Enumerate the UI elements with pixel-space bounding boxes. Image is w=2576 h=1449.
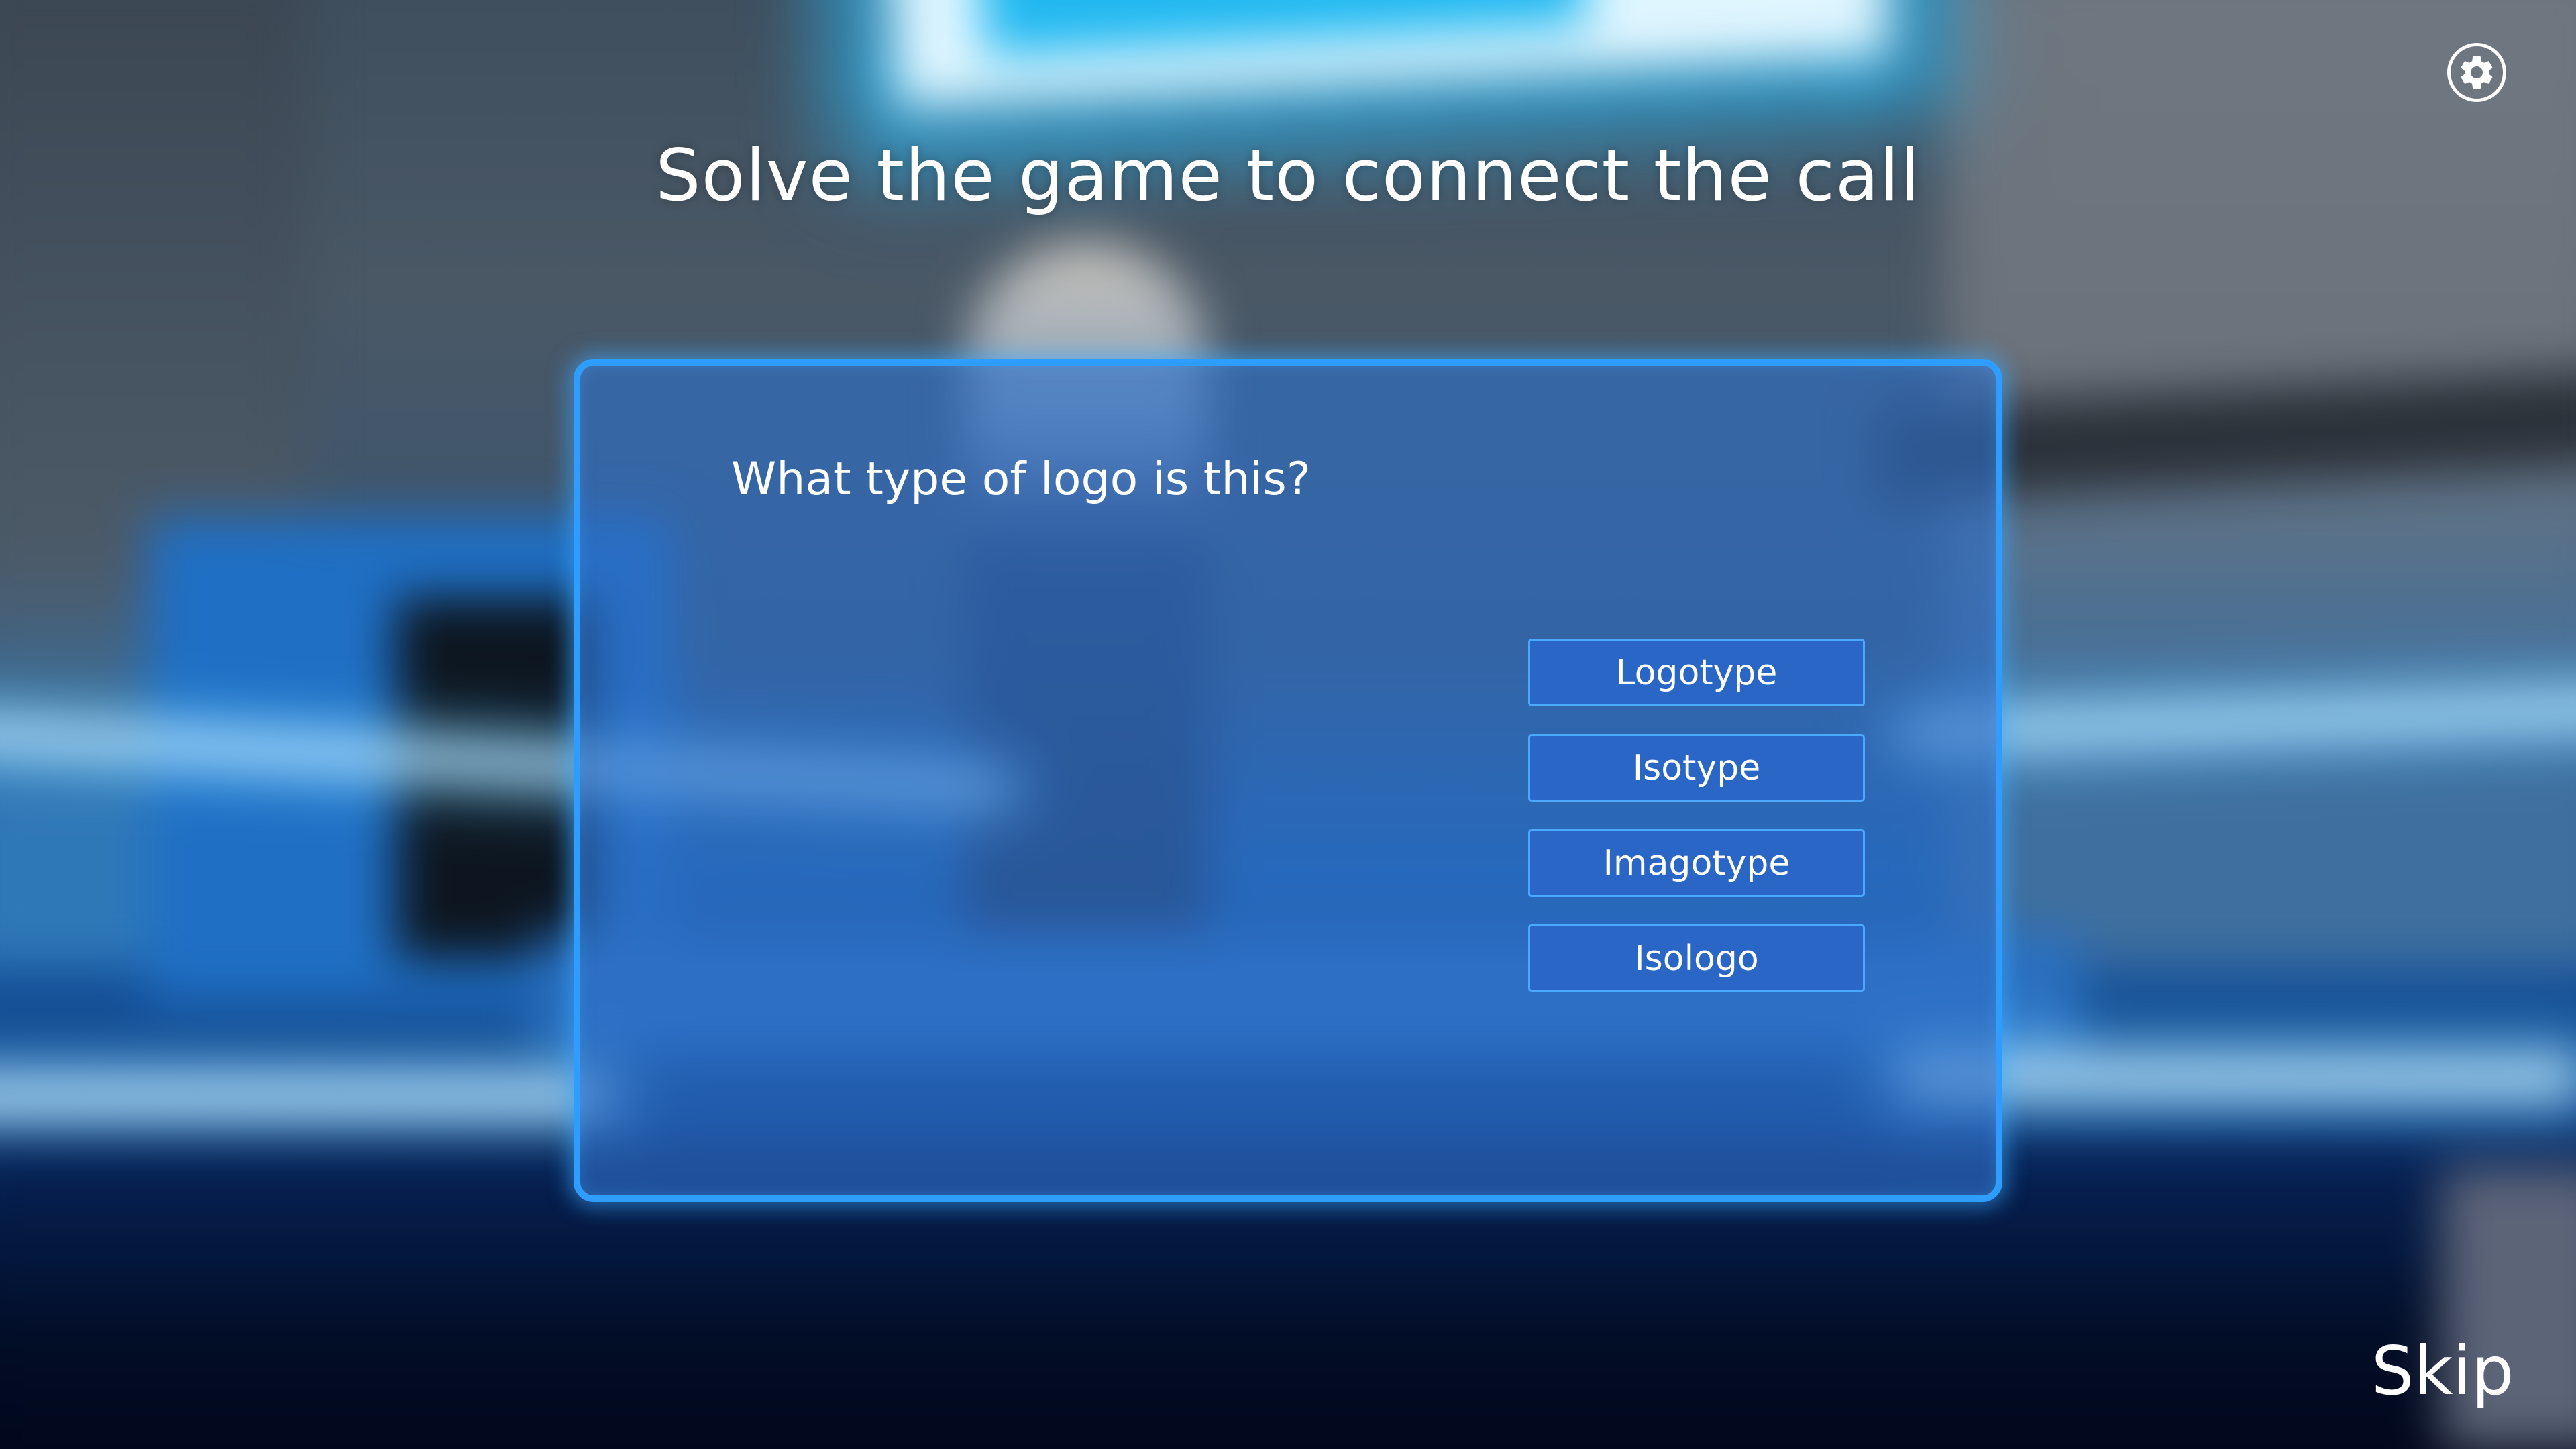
quiz-question: What type of logo is this? [731, 453, 1311, 506]
answer-list: Logotype Isotype Imagotype Isologo [1528, 639, 1865, 1020]
answer-button-isologo[interactable]: Isologo [1528, 924, 1865, 992]
background-floor-glow-right [1905, 1067, 2576, 1087]
background-screen [396, 597, 597, 959]
answer-button-imagotype[interactable]: Imagotype [1528, 829, 1865, 897]
page-title: Solve the game to connect the call [655, 134, 1921, 217]
quiz-panel: What type of logo is this? Logotype Isot… [574, 359, 2002, 1202]
background-floor-glow-left [0, 1087, 604, 1107]
settings-button[interactable] [2447, 43, 2506, 102]
skip-button[interactable]: Skip [2371, 1332, 2514, 1410]
answer-button-isotype[interactable]: Isotype [1528, 734, 1865, 802]
game-scene: Solve the game to connect the call What … [0, 0, 2576, 1449]
answer-button-logotype[interactable]: Logotype [1528, 639, 1865, 706]
gear-icon [2461, 56, 2493, 89]
